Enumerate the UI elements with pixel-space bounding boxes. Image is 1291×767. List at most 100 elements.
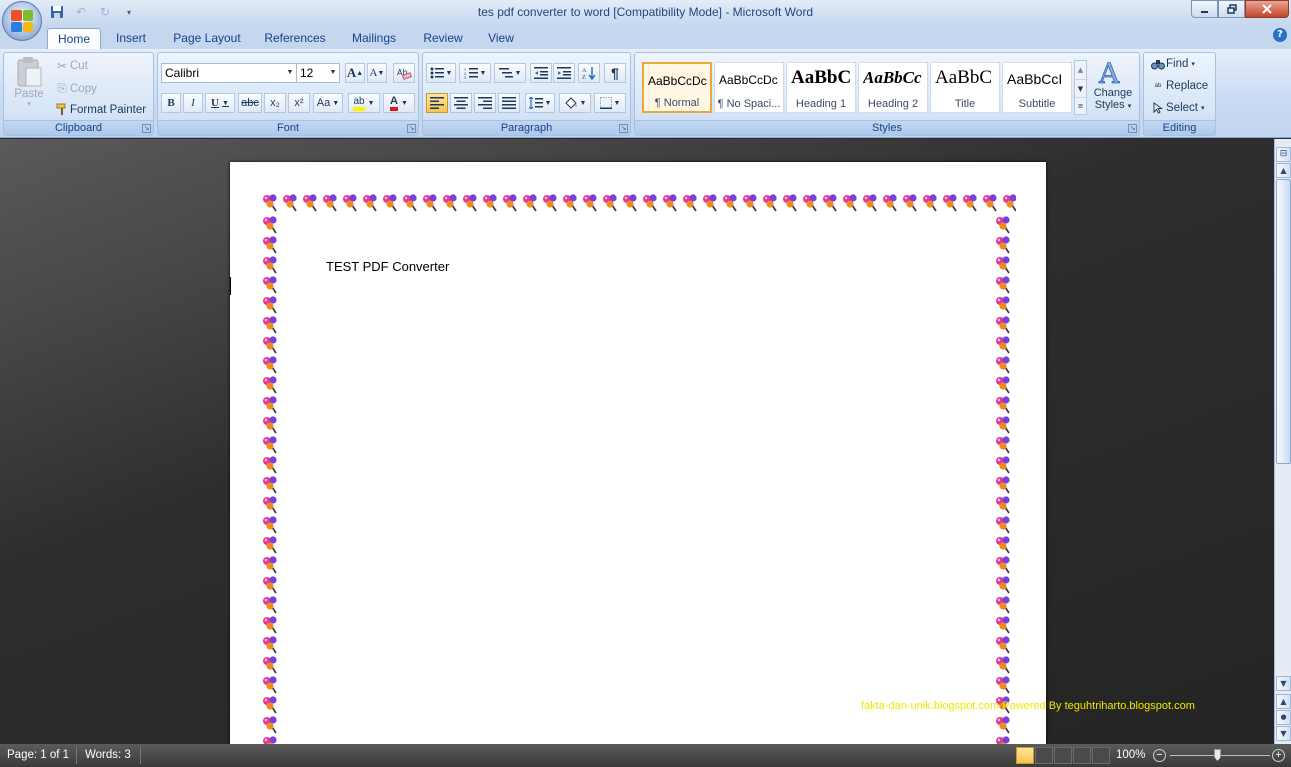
draft-view-icon[interactable] <box>1092 747 1110 764</box>
balloon-border-icon <box>623 194 637 212</box>
align-right-button[interactable] <box>474 93 496 113</box>
align-center-button[interactable] <box>450 93 472 113</box>
increase-indent-button[interactable] <box>553 63 575 83</box>
numbering-button[interactable]: 1 2 3 ▼ <box>459 63 491 83</box>
font-size-select[interactable]: 12 ▼ <box>296 63 340 83</box>
style-normal[interactable]: AaBbCcDc ¶ Normal <box>642 62 712 113</box>
balloon-border-icon <box>996 376 1010 394</box>
bullets-button[interactable]: ▼ <box>426 63 456 83</box>
status-separator <box>76 747 77 764</box>
ruler-toggle-icon[interactable]: ⊟ <box>1276 147 1291 162</box>
balloon-border-icon <box>643 194 657 212</box>
document-text[interactable]: TEST PDF Converter <box>326 259 449 274</box>
balloon-border-icon <box>996 296 1010 314</box>
print-layout-icon[interactable] <box>1016 747 1034 764</box>
paragraph-launcher-icon[interactable]: ↘ <box>619 124 628 133</box>
gallery-more-icon[interactable]: ≡ <box>1075 97 1086 114</box>
tab-references[interactable]: References <box>258 28 332 49</box>
cursor-icon <box>1150 102 1166 114</box>
show-marks-button[interactable]: ¶ <box>604 63 626 83</box>
line-spacing-button[interactable]: ▼ <box>525 93 555 113</box>
justify-button[interactable] <box>498 93 520 113</box>
scroll-up-icon[interactable]: ▲ <box>1075 61 1086 79</box>
styles-launcher-icon[interactable]: ↘ <box>1128 124 1137 133</box>
copy-button[interactable]: ⎘ Copy <box>54 81 97 96</box>
highlight-color-button[interactable]: ab ▼ <box>348 93 380 113</box>
style-heading-2[interactable]: AaBbCc Heading 2 <box>858 62 928 113</box>
style-heading-1[interactable]: AaBbC Heading 1 <box>786 62 856 113</box>
find-button[interactable]: Find ▾ <box>1150 58 1195 70</box>
style-no-spacing[interactable]: AaBbCcDc ¶ No Spaci... <box>714 62 784 113</box>
web-layout-icon[interactable] <box>1054 747 1072 764</box>
decrease-indent-button[interactable] <box>530 63 552 83</box>
underline-button[interactable]: U ▼ <box>205 93 235 113</box>
help-icon[interactable]: ? <box>1273 28 1287 42</box>
style-subtitle[interactable]: AaBbCcI Subtitle <box>1002 62 1072 113</box>
balloon-border-icon <box>996 496 1010 514</box>
font-color-icon: A <box>390 95 398 111</box>
close-icon[interactable] <box>1245 0 1289 18</box>
shading-button[interactable]: ▼ <box>559 93 591 113</box>
grow-font-button[interactable]: A ▲ <box>345 63 365 83</box>
zoom-out-icon[interactable]: − <box>1153 749 1166 762</box>
shrink-font-button[interactable]: A ▼ <box>367 63 387 83</box>
scroll-down-button[interactable]: ▼ <box>1276 676 1291 691</box>
clear-formatting-icon: Ab <box>397 68 412 80</box>
next-page-icon[interactable]: ▼ <box>1276 726 1291 741</box>
balloon-border-icon <box>563 194 577 212</box>
scroll-up-button[interactable]: ▲ <box>1276 163 1291 178</box>
font-family-select[interactable]: Calibri ▼ <box>161 63 297 83</box>
cut-button[interactable]: ✂ Cut <box>54 59 88 73</box>
tab-page-layout[interactable]: Page Layout <box>166 28 248 49</box>
style-title[interactable]: AaBbC Title <box>930 62 1000 113</box>
vertical-scrollbar[interactable]: ⊟ ▲ ▼ ▲ ● ▼ <box>1274 139 1291 744</box>
font-color-button[interactable]: A ▼ <box>383 93 415 113</box>
office-button[interactable] <box>2 1 42 41</box>
borders-button[interactable]: ▼ <box>594 93 626 113</box>
page-count[interactable]: Page: 1 of 1 <box>7 749 69 761</box>
browse-object-icon[interactable]: ● <box>1276 710 1291 725</box>
document-page[interactable]: TEST PDF Converter <box>230 162 1046 744</box>
copy-icon: ⎘ <box>57 81 67 95</box>
change-case-button[interactable]: Aa ▼ <box>313 93 343 113</box>
restore-icon[interactable] <box>1218 0 1245 18</box>
zoom-slider-thumb[interactable] <box>1214 749 1221 761</box>
svg-text:A: A <box>582 68 587 74</box>
balloon-border-icon <box>263 296 277 314</box>
strikethrough-button[interactable]: abc <box>238 93 262 113</box>
style-name: ¶ No Spaci... <box>717 98 781 110</box>
superscript-button[interactable]: x² <box>288 93 310 113</box>
clipboard-launcher-icon[interactable]: ↘ <box>142 124 151 133</box>
subscript-button[interactable]: x₂ <box>264 93 286 113</box>
scroll-down-icon[interactable]: ▼ <box>1075 79 1086 97</box>
word-count[interactable]: Words: 3 <box>85 749 131 761</box>
align-left-button[interactable] <box>426 93 448 113</box>
font-launcher-icon[interactable]: ↘ <box>407 124 416 133</box>
minimize-icon[interactable] <box>1191 0 1218 18</box>
tab-home[interactable]: Home <box>47 28 101 49</box>
balloon-border-icon <box>263 516 277 534</box>
tab-mailings[interactable]: Mailings <box>343 28 405 49</box>
tab-insert[interactable]: Insert <box>108 28 154 49</box>
tab-view[interactable]: View <box>480 28 522 49</box>
paste-button[interactable]: Paste ▾ <box>9 56 49 116</box>
bold-button[interactable]: B <box>161 93 181 113</box>
replace-button[interactable]: ᵃᵇ Replace <box>1150 80 1209 92</box>
change-styles-button[interactable]: A Change Styles ▾ <box>1090 57 1136 115</box>
sort-button[interactable]: AZ <box>578 63 600 83</box>
outline-view-icon[interactable] <box>1073 747 1091 764</box>
multilevel-list-button[interactable]: ▼ <box>494 63 526 83</box>
italic-button[interactable]: I <box>183 93 203 113</box>
bullets-icon <box>430 67 444 79</box>
zoom-level[interactable]: 100% <box>1116 749 1145 761</box>
paintbrush-icon <box>54 103 70 116</box>
full-screen-reading-icon[interactable] <box>1035 747 1053 764</box>
clear-formatting-button[interactable]: Ab <box>393 63 415 83</box>
tab-review[interactable]: Review <box>416 28 470 49</box>
zoom-in-icon[interactable]: + <box>1272 749 1285 762</box>
previous-page-icon[interactable]: ▲ <box>1276 694 1291 709</box>
select-button[interactable]: Select ▾ <box>1150 102 1204 114</box>
format-painter-button[interactable]: Format Painter <box>54 103 146 116</box>
scroll-thumb[interactable] <box>1276 179 1291 464</box>
balloon-border-icon <box>743 194 757 212</box>
